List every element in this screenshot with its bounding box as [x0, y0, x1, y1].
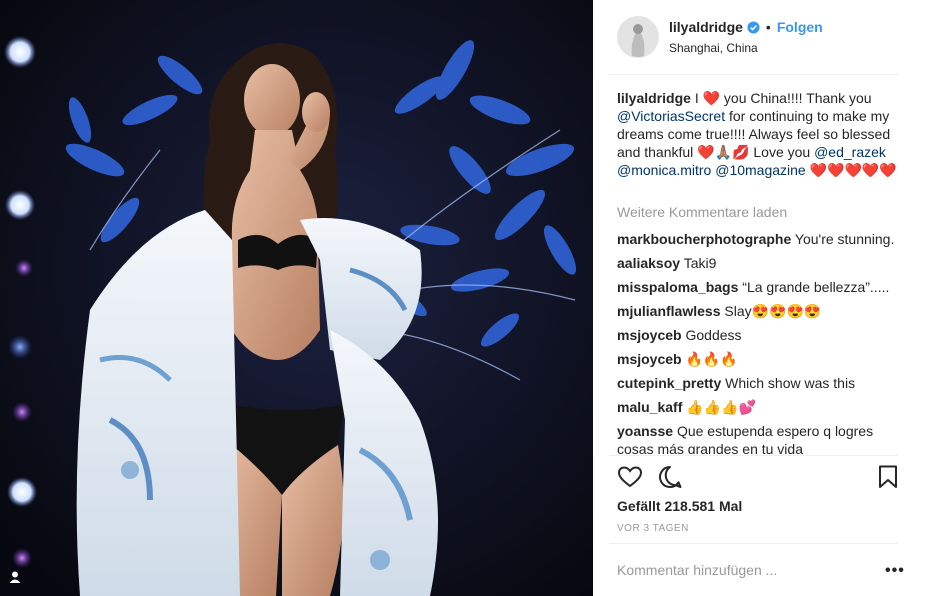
load-more-comments-button[interactable]: Weitere Kommentare laden	[617, 204, 787, 220]
verified-badge-icon	[747, 20, 760, 34]
post-date: VOR 3 TAGEN	[617, 523, 689, 534]
actions-divider	[609, 455, 898, 456]
post-actions	[617, 464, 903, 490]
post-photo[interactable]	[0, 0, 593, 596]
comment-username[interactable]: markboucherphotographe	[617, 231, 791, 247]
comment-username[interactable]: msjoyceb	[617, 327, 682, 343]
mention-link[interactable]: @VictoriasSecret	[617, 108, 725, 124]
instagram-post: lilyaldridge • Folgen Shanghai, China li…	[0, 0, 926, 596]
header-username[interactable]: lilyaldridge	[669, 19, 743, 35]
bookmark-icon[interactable]	[875, 464, 901, 490]
avatar[interactable]	[617, 16, 659, 58]
comment-text: 👍👍👍💕	[686, 399, 756, 415]
comment-username[interactable]: msjoyceb	[617, 351, 682, 367]
comment-text: Slay😍😍😍😍	[724, 303, 822, 319]
comment-item: msjoyceb 🔥🔥🔥	[617, 350, 907, 368]
photo-illustration	[0, 0, 593, 596]
post-header: lilyaldridge • Folgen Shanghai, China	[593, 0, 926, 74]
comment-username[interactable]: mjulianflawless	[617, 303, 720, 319]
user-tag-icon[interactable]	[8, 570, 22, 584]
comment-username[interactable]: aaliaksoy	[617, 255, 680, 271]
comment-item: cutepink_pretty Which show was this	[617, 374, 907, 392]
comment-username[interactable]: yoansse	[617, 423, 673, 439]
comment-text: Taki9	[683, 255, 717, 271]
mention-link[interactable]: @10magazine	[715, 162, 806, 178]
comment-username[interactable]: misspaloma_bags	[617, 279, 738, 295]
separator-dot: •	[765, 19, 771, 35]
comment-text: “La grande bellezza”.....	[742, 279, 890, 295]
comment-text: Goddess	[685, 327, 742, 343]
hearts-emoji: ❤️❤️❤️❤️❤️	[809, 162, 897, 178]
comment-item: aaliaksoy Taki9	[617, 254, 907, 272]
comment-text: You're stunning.	[794, 231, 895, 247]
post-side-panel: lilyaldridge • Folgen Shanghai, China li…	[593, 0, 926, 596]
caption-text: you China!!!! Thank you	[723, 90, 872, 106]
comment-item: mjulianflawless Slay😍😍😍😍	[617, 302, 907, 320]
mention-link[interactable]: @ed_razek	[814, 144, 886, 160]
comment-item: malu_kaff 👍👍👍💕	[617, 398, 907, 416]
comment-item: msjoyceb Goddess	[617, 326, 907, 344]
comment-divider	[609, 543, 898, 544]
avatar-image	[618, 17, 658, 57]
comment-input[interactable]: Kommentar hinzufügen ...	[617, 562, 777, 578]
caption-text: Love you	[753, 144, 811, 160]
emoji-group: ❤️🙏🏽💋	[697, 144, 750, 160]
comment-username[interactable]: malu_kaff	[617, 399, 682, 415]
comments-list: markboucherphotographe You're stunning. …	[617, 230, 907, 454]
caption-username[interactable]: lilyaldridge	[617, 90, 691, 106]
caption-text: I	[694, 90, 699, 106]
heart-emoji: ❤️	[702, 90, 721, 106]
comment-icon[interactable]	[657, 464, 683, 490]
comment-item: yoansse Que estupenda espero q logres co…	[617, 422, 907, 454]
mention-link[interactable]: @monica.mitro	[617, 162, 711, 178]
comment-item: misspaloma_bags “La grande bellezza”....…	[617, 278, 907, 296]
more-options-icon[interactable]: •••	[885, 562, 905, 580]
location-link[interactable]: Shanghai, China	[669, 41, 758, 55]
comment-text: Which show was this	[725, 375, 856, 391]
comment-username[interactable]: cutepink_pretty	[617, 375, 721, 391]
heart-icon[interactable]	[617, 464, 643, 490]
header-user-line: lilyaldridge • Folgen	[669, 19, 823, 35]
likes-count[interactable]: Gefällt 218.581 Mal	[617, 498, 742, 514]
post-caption: lilyaldridge I ❤️ you China!!!! Thank yo…	[617, 89, 903, 179]
header-divider	[609, 74, 898, 75]
follow-button[interactable]: Folgen	[777, 19, 823, 35]
comment-text: 🔥🔥🔥	[685, 351, 738, 367]
comment-item: markboucherphotographe You're stunning.	[617, 230, 907, 248]
